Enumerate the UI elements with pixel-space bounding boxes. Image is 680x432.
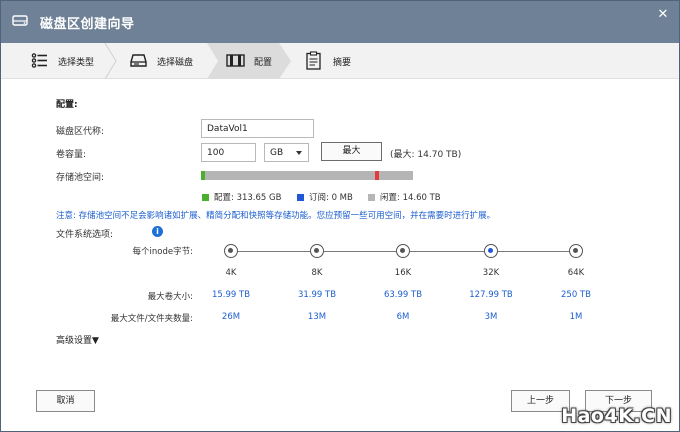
pool-label: 存储池空间: xyxy=(56,173,105,183)
pool-used-segment xyxy=(201,171,205,180)
inode-radio-16k[interactable] xyxy=(396,244,410,258)
storage-drive-icon xyxy=(12,12,28,28)
max-files-value: 6M xyxy=(396,312,410,322)
legend-configured: 配置: 313.65 GB xyxy=(202,191,281,203)
inode-size-label: 4K xyxy=(225,268,237,278)
inode-radio-32k[interactable] xyxy=(484,244,498,258)
legend-label: 配置: 313.65 GB xyxy=(214,193,282,203)
legend-swatch xyxy=(368,193,375,201)
legend-swatch xyxy=(202,193,209,201)
capacity-label: 卷容量: xyxy=(56,150,87,160)
inode-radio-8k[interactable] xyxy=(310,244,324,258)
config-icon xyxy=(226,54,245,67)
step-select-type: 选择类型 xyxy=(1,43,106,79)
radio-dot xyxy=(573,248,578,253)
max-volume-value: 31.99 TB xyxy=(297,290,337,300)
step-divider xyxy=(104,43,117,79)
step-label: 配置 xyxy=(254,58,273,68)
list-icon xyxy=(31,53,47,68)
legend-label: 闲置: 14.60 TB xyxy=(380,193,441,203)
inode-size-label: 64K xyxy=(567,268,585,278)
pool-usage-bar xyxy=(201,171,413,180)
wizard-steps: 选择类型 选择磁盘 配置 摘要 xyxy=(1,43,679,79)
alias-label: 磁盘区代称: xyxy=(56,127,105,137)
chevron-down-icon xyxy=(296,151,302,155)
inode-radio-64k[interactable] xyxy=(569,244,583,258)
inode-radio-4k[interactable] xyxy=(224,244,238,258)
capacity-unit-select[interactable]: GB xyxy=(264,143,309,162)
window-title: 磁盘区创建向导 xyxy=(40,17,135,32)
step-select-disk: 选择磁盘 xyxy=(119,43,209,79)
section-title: 配置: xyxy=(56,100,78,110)
max-button[interactable]: 最大 xyxy=(321,142,382,161)
radio-dot xyxy=(228,248,233,253)
legend-swatch xyxy=(297,193,304,201)
max-files-label: 最大文件/文件夹数量: xyxy=(110,314,193,324)
radio-dot xyxy=(314,248,319,253)
title-bar: 磁盘区创建向导 ✕ xyxy=(1,1,679,43)
max-files-value: 13M xyxy=(307,312,327,322)
max-volume-value: 15.99 TB xyxy=(211,290,251,300)
step-config: 配置 xyxy=(218,43,288,79)
step-summary: 摘要 xyxy=(297,43,377,79)
cancel-button[interactable]: 取消 xyxy=(36,390,95,412)
max-volume-value: 250 TB xyxy=(561,290,591,300)
capacity-unit-value: GB xyxy=(270,148,284,158)
radio-dot xyxy=(488,248,493,253)
close-icon[interactable]: ✕ xyxy=(655,7,671,23)
watermark: Hao4K.CN xyxy=(561,405,672,427)
inode-size-label: 8K xyxy=(311,268,323,278)
max-files-value: 1M xyxy=(569,312,583,322)
pool-reserved-marker xyxy=(375,171,379,180)
max-files-value: 3M xyxy=(484,312,498,322)
advanced-settings-toggle[interactable]: 高级设置▼ xyxy=(56,333,99,346)
wizard-window: 磁盘区创建向导 ✕ 选择类型 选择磁盘 配置 摘要 配置: 磁盘区代称: Dat… xyxy=(0,0,680,432)
max-volume-label: 最大卷大小: xyxy=(147,292,193,302)
legend-subscribed: 订阅: 0 MB xyxy=(297,191,353,203)
alias-input[interactable]: DataVol1 xyxy=(201,119,314,138)
inode-size-label: 32K xyxy=(482,268,500,278)
inode-label: 每个inode字节: xyxy=(132,247,193,257)
inode-size-label: 16K xyxy=(394,268,412,278)
radio-dot xyxy=(400,248,405,253)
max-capacity-text: (最大: 14.70 TB) xyxy=(390,150,462,160)
max-files-value: 26M xyxy=(221,312,241,322)
max-volume-value: 127.99 TB xyxy=(469,290,513,300)
legend-free: 闲置: 14.60 TB xyxy=(368,191,441,203)
clipboard-icon xyxy=(306,51,321,70)
storage-note: 注意: 存储池空间不足会影响诸如扩展、精简分配和快照等存储功能。您应预留一些可用… xyxy=(56,211,496,221)
disk-icon xyxy=(130,54,147,67)
info-icon[interactable]: i xyxy=(152,226,163,237)
legend-label: 订阅: 0 MB xyxy=(309,193,353,203)
step-label: 摘要 xyxy=(333,58,352,68)
step-label: 选择类型 xyxy=(58,58,95,68)
fs-options-label: 文件系统选项: xyxy=(56,230,114,240)
step-label: 选择磁盘 xyxy=(157,58,194,68)
max-volume-value: 63.99 TB xyxy=(383,290,423,300)
capacity-input[interactable]: 100 xyxy=(201,143,256,162)
